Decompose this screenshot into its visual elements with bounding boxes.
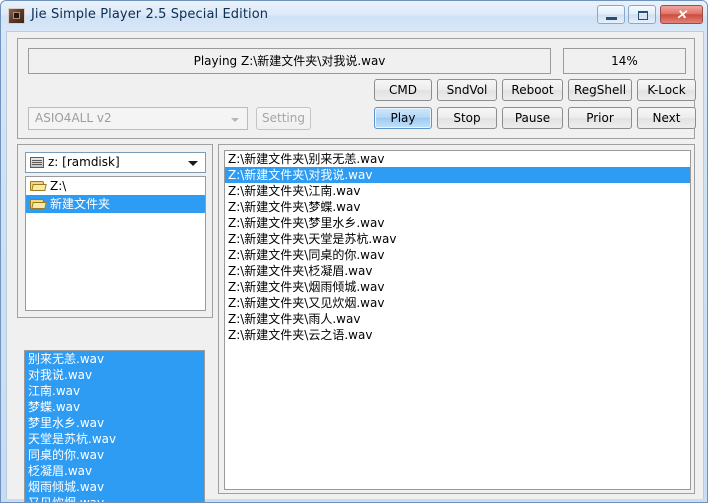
drive-select[interactable]: z: [ramdisk]: [25, 152, 206, 173]
prior-button[interactable]: Prior: [568, 107, 632, 129]
setting-button[interactable]: Setting: [256, 107, 311, 130]
maximize-button[interactable]: [628, 5, 656, 24]
tree-node[interactable]: Z:\: [26, 177, 205, 195]
playlist-item[interactable]: Z:\新建文件夹\雨人.wav: [225, 311, 690, 327]
playlist-item[interactable]: Z:\新建文件夹\江南.wav: [225, 183, 690, 199]
app-icon: [8, 8, 25, 24]
cmd-button[interactable]: CMD: [374, 79, 432, 101]
drive-select-value: z: [ramdisk]: [48, 155, 120, 169]
playlist-item[interactable]: Z:\新建文件夹\梦里水乡.wav: [225, 215, 690, 231]
playlist-group: Z:\新建文件夹\别来无恙.wav Z:\新建文件夹\对我说.wav Z:\新建文件…: [218, 144, 695, 494]
regshell-button[interactable]: RegShell: [568, 79, 632, 101]
close-icon: ✕: [676, 7, 687, 22]
audio-device-select[interactable]: ASIO4ALL v2: [28, 107, 248, 130]
file-list-item[interactable]: 又见炊烟.wav: [25, 495, 204, 502]
klock-button[interactable]: K-Lock: [637, 79, 696, 101]
playlist-item[interactable]: Z:\新建文件夹\对我说.wav: [225, 167, 690, 183]
status-text: Playing Z:\新建文件夹\对我说.wav: [28, 48, 551, 74]
playlist[interactable]: Z:\新建文件夹\别来无恙.wav Z:\新建文件夹\对我说.wav Z:\新建文件…: [224, 150, 691, 490]
playlist-item[interactable]: Z:\新建文件夹\烟雨倾城.wav: [225, 279, 690, 295]
progress-percent: 14%: [563, 48, 686, 74]
file-list-item[interactable]: 江南.wav: [25, 383, 204, 399]
file-list-item[interactable]: 柉凝眉.wav: [25, 463, 204, 479]
file-list-item[interactable]: 同桌的你.wav: [25, 447, 204, 463]
controls-group: Playing Z:\新建文件夹\对我说.wav 14% ASIO4ALL v2…: [17, 38, 696, 139]
play-button[interactable]: Play: [374, 107, 432, 129]
drive-icon: [30, 157, 44, 168]
file-list-item[interactable]: 梦蝶.wav: [25, 399, 204, 415]
folder-icon: [30, 198, 46, 210]
tree-node[interactable]: 新建文件夹: [26, 195, 205, 213]
file-list-item[interactable]: 梦里水乡.wav: [25, 415, 204, 431]
file-list-item[interactable]: 别来无恙.wav: [25, 351, 204, 367]
folder-icon: [30, 180, 46, 192]
sndvol-button[interactable]: SndVol: [437, 79, 497, 101]
reboot-button[interactable]: Reboot: [502, 79, 563, 101]
tree-node-label: 新建文件夹: [50, 197, 111, 211]
audio-device-value: ASIO4ALL v2: [35, 111, 112, 125]
chevron-down-icon: [231, 118, 239, 122]
playlist-item[interactable]: Z:\新建文件夹\天堂是苏杭.wav: [225, 231, 690, 247]
folder-tree[interactable]: Z:\ 新建文件夹: [25, 176, 206, 311]
pause-button[interactable]: Pause: [502, 107, 563, 129]
title-bar: Jie Simple Player 2.5 Special Edition ✕: [1, 1, 707, 31]
minimize-button[interactable]: [597, 5, 625, 24]
maximize-icon: [638, 11, 648, 20]
stop-button[interactable]: Stop: [437, 107, 497, 129]
player-window: Jie Simple Player 2.5 Special Edition ✕ …: [0, 0, 708, 503]
chevron-down-icon: [188, 161, 198, 166]
playlist-item[interactable]: Z:\新建文件夹\别来无恙.wav: [225, 151, 690, 167]
next-button[interactable]: Next: [637, 107, 696, 129]
window-title: Jie Simple Player 2.5 Special Edition: [31, 7, 269, 22]
playlist-item[interactable]: Z:\新建文件夹\梦蝶.wav: [225, 199, 690, 215]
playlist-item[interactable]: Z:\新建文件夹\同桌的你.wav: [225, 247, 690, 263]
minimize-icon: [606, 17, 617, 20]
browser-group: z: [ramdisk] Z:\ 新建文件夹: [17, 144, 213, 318]
file-list-item[interactable]: 天堂是苏杭.wav: [25, 431, 204, 447]
file-list-item[interactable]: 对我说.wav: [25, 367, 204, 383]
tree-node-label: Z:\: [50, 179, 67, 193]
file-list-item[interactable]: 烟雨倾城.wav: [25, 479, 204, 495]
playlist-item[interactable]: Z:\新建文件夹\又见炊烟.wav: [225, 295, 690, 311]
close-button[interactable]: ✕: [660, 5, 703, 24]
file-list[interactable]: 别来无恙.wav 对我说.wav 江南.wav 梦蝶.wav 梦里水乡.wav 天堂是苏杭…: [24, 350, 205, 502]
client-area: Playing Z:\新建文件夹\对我说.wav 14% ASIO4ALL v2…: [6, 31, 704, 502]
playlist-item[interactable]: Z:\新建文件夹\云之语.wav: [225, 327, 690, 343]
playlist-item[interactable]: Z:\新建文件夹\柉凝眉.wav: [225, 263, 690, 279]
